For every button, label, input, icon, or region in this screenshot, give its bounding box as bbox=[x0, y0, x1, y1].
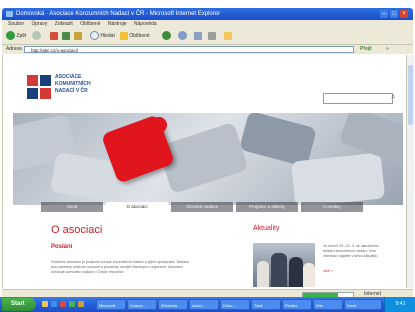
page-scrollbar[interactable] bbox=[406, 55, 414, 288]
web-page: ASOCIACE KOMUNITNÍCH NADACÍ V ČR ⌕ Úvod … bbox=[2, 55, 407, 288]
window-titlebar[interactable]: Domovská · Asociace Konzumních Nadací v … bbox=[2, 8, 413, 20]
menu-favorites[interactable]: Oblíbené bbox=[80, 20, 100, 28]
menu-bar: Soubor Úpravy Zobrazit Oblíbené Nástroje… bbox=[2, 20, 413, 28]
home-icon bbox=[74, 31, 82, 40]
news-text: Ve dnech 23.–24. 3. se uskutečnilo setká… bbox=[323, 244, 379, 258]
news-more-link[interactable]: více » bbox=[323, 269, 333, 273]
quicklaunch-desktop-icon[interactable] bbox=[69, 301, 75, 307]
tab-uvod[interactable]: Úvod bbox=[41, 202, 103, 212]
akn-logo[interactable] bbox=[27, 75, 51, 99]
site-search-input[interactable] bbox=[323, 93, 393, 104]
page-title: O asociaci bbox=[51, 224, 103, 236]
back-arrow-icon bbox=[6, 31, 15, 41]
tab-program[interactable]: Program a aktivity bbox=[236, 202, 298, 212]
menu-tools[interactable]: Nástroje bbox=[108, 20, 127, 28]
forward-button[interactable] bbox=[32, 31, 41, 41]
taskbar-button[interactable]: Asoci... bbox=[189, 299, 219, 310]
search-button[interactable]: Hledat bbox=[90, 31, 115, 41]
toolbar: Zpět Hledat Oblíbené bbox=[2, 28, 413, 45]
window-title: Domovská · Asociace Konzumních Nadací v … bbox=[16, 11, 221, 17]
links-button[interactable]: » bbox=[386, 45, 389, 54]
tab-kontakty[interactable]: Kontakty bbox=[301, 202, 363, 212]
refresh-button[interactable] bbox=[62, 31, 70, 41]
maximize-button[interactable]: □ bbox=[390, 10, 398, 18]
print-button[interactable] bbox=[208, 31, 216, 41]
news-title: Aktuality bbox=[253, 225, 280, 232]
taskbar: Start Microsoft Komun... Windows Asoci..… bbox=[0, 297, 415, 312]
scrollbar-thumb[interactable] bbox=[408, 65, 413, 125]
history-button[interactable] bbox=[178, 31, 187, 41]
mail-icon bbox=[194, 31, 202, 40]
taskbar-button[interactable]: Nová bbox=[344, 299, 382, 310]
mail-button[interactable] bbox=[194, 31, 202, 41]
quicklaunch-media-icon[interactable] bbox=[60, 301, 66, 307]
org-name[interactable]: ASOCIACE KOMUNITNÍCH NADACÍ V ČR bbox=[55, 74, 125, 95]
media-icon bbox=[162, 31, 171, 41]
section-subhead: Poslání bbox=[51, 244, 73, 250]
minimize-button[interactable]: – bbox=[380, 10, 388, 18]
menu-file[interactable]: Soubor bbox=[8, 20, 24, 28]
folder-icon bbox=[224, 31, 232, 40]
home-button[interactable] bbox=[74, 31, 82, 41]
close-button[interactable]: × bbox=[400, 10, 408, 18]
taskbar-button[interactable]: Win bbox=[313, 299, 343, 310]
folder-button[interactable] bbox=[224, 31, 232, 41]
favorites-button[interactable]: Oblíbené bbox=[120, 31, 150, 41]
history-icon bbox=[178, 31, 187, 41]
menu-edit[interactable]: Úpravy bbox=[32, 20, 48, 28]
mission-text: Posláním asociace je podpora rozvoje kom… bbox=[51, 260, 190, 274]
taskbar-button[interactable]: Doku... bbox=[220, 299, 250, 310]
magnifier-icon bbox=[90, 31, 99, 41]
back-button[interactable]: Zpět bbox=[6, 31, 26, 41]
stop-icon bbox=[50, 31, 58, 40]
address-label: Adresa bbox=[6, 46, 22, 52]
tab-clenske-nadace[interactable]: Členské nadace bbox=[171, 202, 233, 212]
print-icon bbox=[208, 31, 216, 40]
menu-view[interactable]: Zobrazit bbox=[55, 20, 73, 28]
address-bar: Adresa http://akn.cz/o-asociaci/ Přejít … bbox=[2, 45, 413, 54]
quicklaunch-ie-icon[interactable] bbox=[51, 301, 57, 307]
taskbar-button[interactable]: Total bbox=[251, 299, 281, 310]
forward-arrow-icon bbox=[32, 31, 41, 41]
menu-help[interactable]: Nápověda bbox=[134, 20, 157, 28]
taskbar-button[interactable]: Windows bbox=[158, 299, 188, 310]
quicklaunch-app-icon[interactable] bbox=[78, 301, 84, 307]
search-icon[interactable]: ⌕ bbox=[391, 92, 395, 101]
main-navigation: Úvod O asociaci Členské nadace Program a… bbox=[41, 202, 367, 212]
media-button[interactable] bbox=[162, 31, 171, 41]
go-button[interactable]: Přejít bbox=[360, 46, 378, 53]
taskbar-button[interactable]: Microsoft bbox=[96, 299, 126, 310]
taskbar-button[interactable]: Firefox bbox=[282, 299, 312, 310]
refresh-icon bbox=[62, 31, 70, 40]
puzzle-banner bbox=[13, 113, 403, 205]
address-input[interactable]: http://akn.cz/o-asociaci/ bbox=[24, 46, 354, 53]
quicklaunch-folder-icon[interactable] bbox=[42, 301, 48, 307]
ie-icon bbox=[6, 11, 13, 17]
system-tray-clock[interactable]: 9:41 bbox=[384, 297, 415, 312]
news-photo[interactable] bbox=[253, 243, 315, 287]
screen: Domovská · Asociace Konzumních Nadací v … bbox=[0, 0, 415, 312]
tab-o-asociaci[interactable]: O asociaci bbox=[106, 202, 168, 212]
star-icon bbox=[120, 31, 128, 40]
taskbar-button[interactable]: Komun... bbox=[127, 299, 157, 310]
start-button[interactable]: Start bbox=[2, 298, 36, 311]
stop-button[interactable] bbox=[50, 31, 58, 41]
